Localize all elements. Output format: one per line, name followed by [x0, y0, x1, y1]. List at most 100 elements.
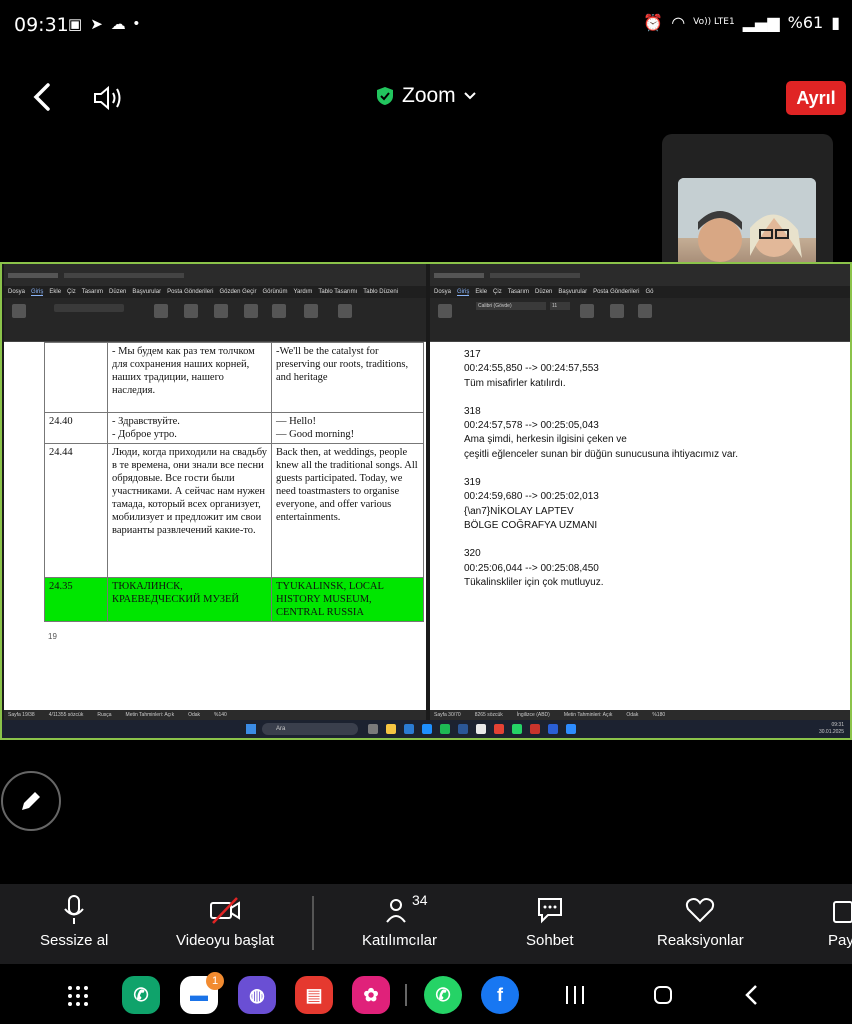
font-name-field[interactable]: Calibri (Gövde) — [476, 302, 546, 310]
app-drawer-icon[interactable] — [66, 984, 90, 1008]
left-menu-item[interactable]: Başvurular — [132, 289, 161, 295]
subtitle-block: 320 00:25:06,044 --> 00:25:08,450 Tükalins… — [464, 547, 738, 590]
taskbar-search[interactable]: Ara — [262, 723, 358, 735]
editing-icon[interactable] — [638, 304, 652, 318]
right-menu-item[interactable]: Başvurular — [558, 289, 587, 295]
status-item: %180 — [652, 712, 666, 718]
meeting-title[interactable]: Zoom — [376, 84, 476, 108]
pencil-icon — [22, 792, 40, 810]
right-document[interactable]: 317 00:24:55,850 --> 00:24:57,553 Tüm misa… — [430, 342, 850, 718]
table-cell-ru[interactable]: ТЮКАЛИНСК, КРАЕВЕДЧЕСКИЙ МУЗЕЙ — [107, 577, 272, 622]
spotify-icon[interactable] — [440, 724, 450, 734]
network-label: Vo)) LTE1 — [693, 17, 735, 27]
subtitle-line: 00:24:55,850 --> 00:24:57,553 — [464, 363, 599, 375]
subtitle-line: Tüm misafirler katılırdı. — [464, 377, 566, 389]
table-cell-ru[interactable]: - Мы будем как раз тем толчком для сохра… — [107, 342, 272, 413]
left-menu-item[interactable]: Giriş — [31, 289, 44, 296]
subtitle-line: {\an7}NİKOLAY LAPTEV — [464, 505, 574, 517]
zoom-taskbar-icon[interactable] — [566, 724, 576, 734]
right-titlebar — [430, 264, 850, 286]
whatsapp-app-icon[interactable]: ✆ — [424, 976, 462, 1014]
table-cell-en[interactable]: -We'll be the catalyst for preserving ou… — [271, 342, 424, 413]
right-menu-item[interactable]: Dosya — [434, 289, 451, 295]
styles-icon[interactable] — [184, 304, 198, 318]
chrome-icon[interactable] — [494, 724, 504, 734]
right-menu-item[interactable]: Düzen — [535, 289, 552, 295]
paste-icon[interactable] — [438, 304, 452, 318]
app-icon[interactable] — [530, 724, 540, 734]
mute-button[interactable]: Sessize al — [40, 894, 108, 949]
subtitle-table: - Мы будем как раз тем толчком для сохра… — [44, 342, 424, 622]
table-cell-en[interactable]: Back then, at weddings, people knew all … — [271, 443, 424, 578]
left-menu-item[interactable]: Yardım — [293, 289, 312, 295]
nav-back-icon[interactable] — [744, 984, 760, 1006]
windows-start-icon[interactable] — [246, 724, 256, 734]
table-row: 24.40- Здравствуйте. - Доброе утро. — Hell… — [44, 412, 424, 444]
addins-icon[interactable] — [338, 304, 352, 318]
leave-button[interactable]: Ayrıl — [786, 81, 846, 115]
left-menu-item[interactable]: Gözden Geçir — [219, 289, 256, 295]
left-menu-item[interactable]: Görünüm — [262, 289, 287, 295]
word-icon-2[interactable] — [548, 724, 558, 734]
right-menu-item[interactable]: Gö — [645, 289, 653, 295]
editor-icon[interactable] — [272, 304, 286, 318]
store-icon[interactable] — [422, 724, 432, 734]
participants-icon — [385, 899, 406, 923]
right-menu-item[interactable]: Giriş — [457, 289, 470, 296]
editing-icon[interactable] — [214, 304, 228, 318]
notepad-icon[interactable] — [476, 724, 486, 734]
recents-icon[interactable] — [564, 984, 586, 1006]
explorer-icon[interactable] — [386, 724, 396, 734]
designer-icon[interactable] — [304, 304, 318, 318]
paragraph-icon[interactable] — [154, 304, 168, 318]
left-menu-item[interactable]: Çiz — [67, 289, 76, 295]
table-cell-ru[interactable]: - Здравствуйте. - Доброе утро. — [107, 412, 272, 444]
font-size-field[interactable]: 11 — [550, 302, 570, 310]
battery-icon: ▮ — [831, 13, 840, 32]
right-menu-item[interactable]: Çiz — [493, 289, 502, 295]
reactions-button[interactable]: Reaksiyonlar — [657, 894, 744, 949]
table-cell-tc[interactable] — [44, 342, 108, 413]
left-document[interactable]: - Мы будем как раз тем толчком для сохра… — [4, 342, 426, 718]
speaker-icon[interactable] — [92, 84, 124, 112]
whatsapp-taskbar-icon[interactable] — [512, 724, 522, 734]
facebook-app-icon[interactable]: f — [481, 976, 519, 1014]
dictate-icon[interactable] — [244, 304, 258, 318]
styles-icon[interactable] — [610, 304, 624, 318]
status-item: Odak — [188, 712, 201, 718]
internet-app-icon[interactable]: ◍ — [238, 976, 276, 1014]
phone-app-icon[interactable]: ✆ — [122, 976, 160, 1014]
table-cell-ru[interactable]: Люди, когда приходили на свадьбу в те вр… — [107, 443, 272, 578]
word-icon[interactable] — [458, 724, 468, 734]
taskview-icon[interactable] — [368, 724, 378, 734]
left-menu-item[interactable]: Dosya — [8, 289, 25, 295]
table-cell-en[interactable]: — Hello! — Good morning! — [271, 412, 424, 444]
table-cell-en[interactable]: TYUKALINSK, LOCAL HISTORY MUSEUM, CENTRA… — [271, 577, 424, 622]
left-menu-item[interactable]: Tablo Tasarımı — [318, 289, 357, 295]
left-menu-item[interactable]: Posta Gönderileri — [167, 289, 213, 295]
left-menu-item[interactable]: Tablo Düzeni — [363, 289, 398, 295]
table-cell-tc[interactable]: 24.40 — [44, 412, 108, 444]
edge-icon[interactable] — [404, 724, 414, 734]
right-menu-item[interactable]: Tasarım — [508, 289, 529, 295]
font-selector[interactable] — [54, 304, 124, 312]
notes-app-icon[interactable]: ▤ — [295, 976, 333, 1014]
start-video-button[interactable]: Videoyu başlat — [176, 894, 274, 949]
left-menu-item[interactable]: Ekle — [49, 289, 61, 295]
left-menu-item[interactable]: Düzen — [109, 289, 126, 295]
clock-date: 30.01.2025 — [818, 729, 844, 735]
table-cell-tc[interactable]: 24.44 — [44, 443, 108, 578]
paragraph-icon[interactable] — [580, 304, 594, 318]
left-menu-item[interactable]: Tasarım — [82, 289, 103, 295]
share-button[interactable]: Pay — [828, 894, 852, 949]
right-menu-item[interactable]: Posta Gönderileri — [593, 289, 639, 295]
table-cell-tc[interactable]: 24.35 — [44, 577, 108, 622]
chat-button[interactable]: Sohbet — [526, 894, 574, 949]
paste-icon[interactable] — [12, 304, 26, 318]
annotate-button[interactable] — [1, 771, 61, 831]
back-arrow-icon[interactable] — [30, 82, 54, 112]
subtitle-line: Ama şimdi, herkesin ilgisini çeken ve — [464, 434, 627, 446]
home-icon[interactable] — [652, 984, 674, 1006]
gallery-app-icon[interactable]: ✿ — [352, 976, 390, 1014]
right-menu-item[interactable]: Ekle — [475, 289, 487, 295]
